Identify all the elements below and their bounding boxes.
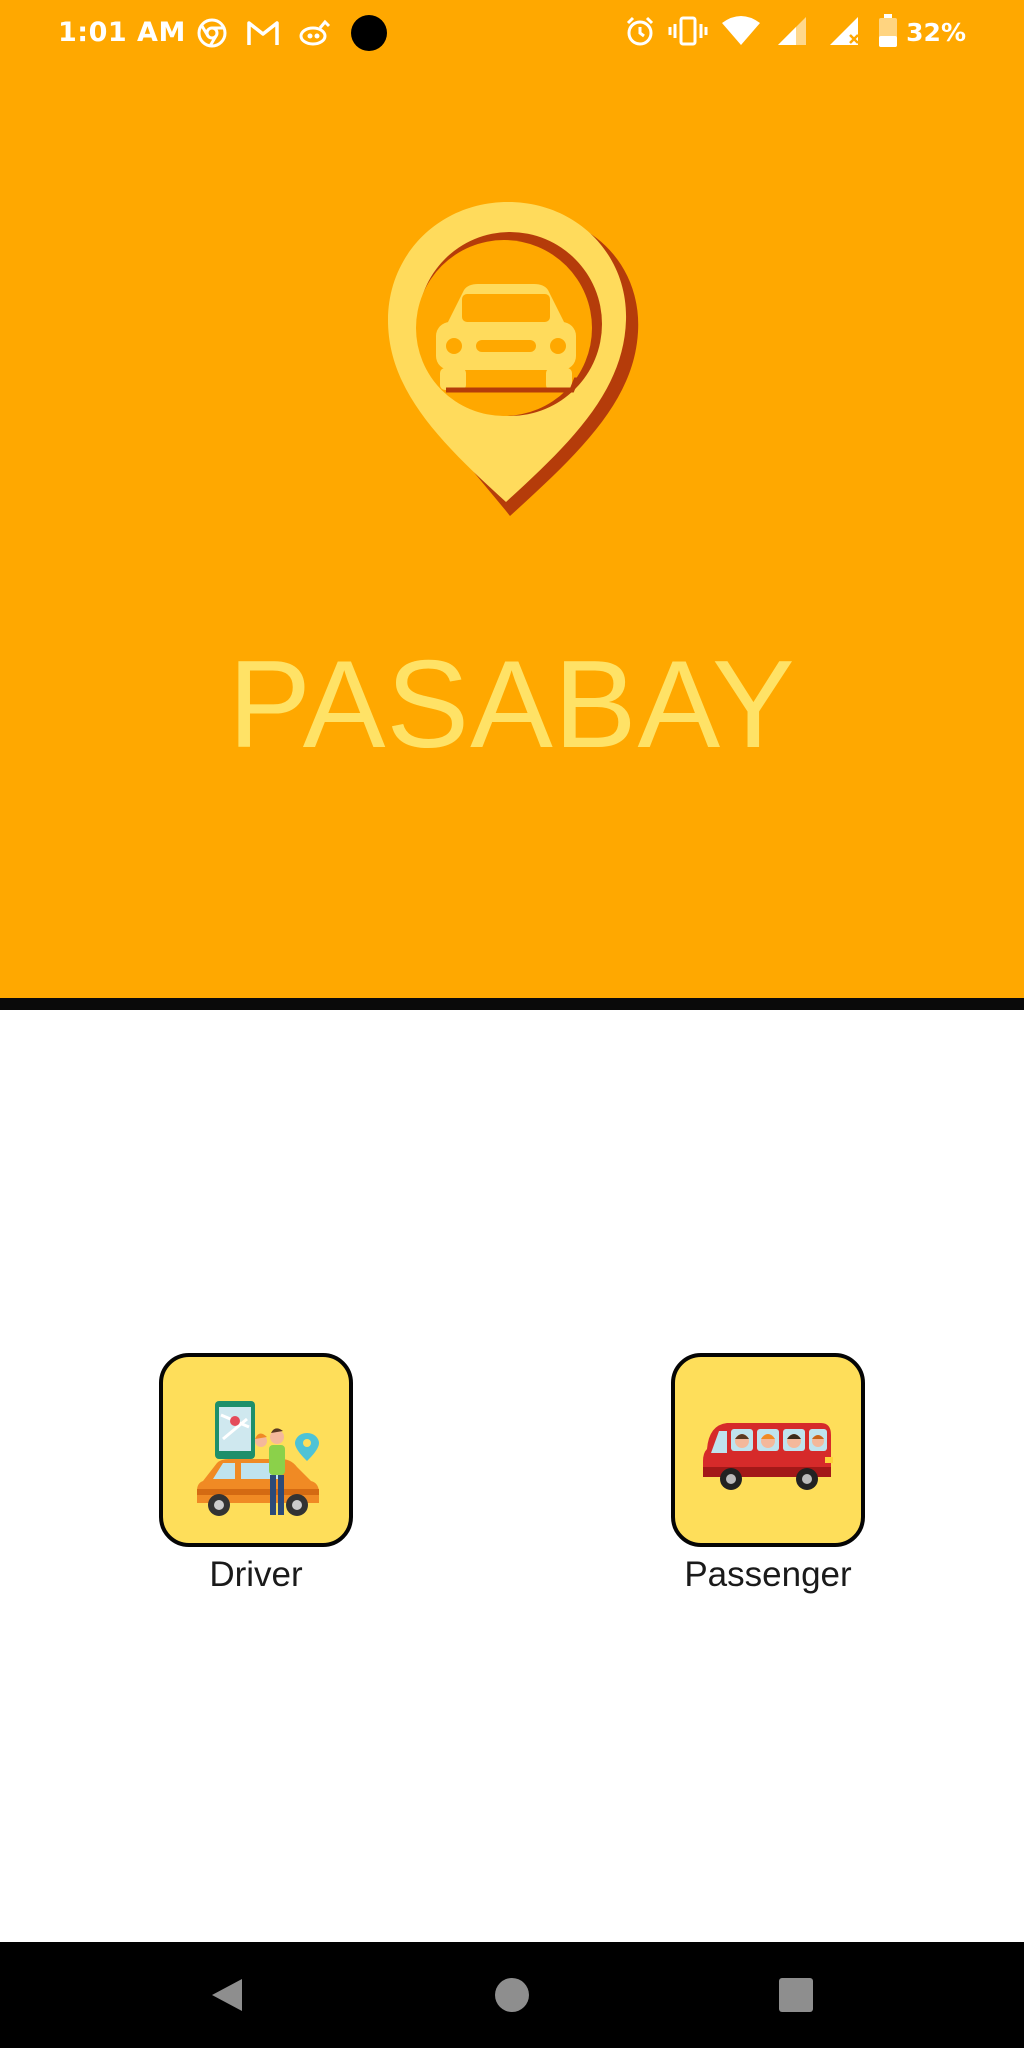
passenger-button[interactable] [671, 1353, 865, 1547]
vibrate-icon [668, 16, 708, 46]
driver-button[interactable] [159, 1353, 353, 1547]
nav-back-button[interactable] [156, 1942, 296, 2048]
passenger-van-icon [703, 1423, 833, 1490]
status-bar: 1:01 AM 32% [0, 0, 1024, 66]
driver-option[interactable]: Driver [156, 1353, 356, 1597]
header-divider [0, 998, 1024, 1010]
battery-icon [879, 14, 897, 47]
status-time: 1:01 AM [58, 17, 186, 48]
passenger-label[interactable]: Passenger [668, 1553, 868, 1597]
nav-home-button[interactable] [442, 1942, 582, 2048]
map-pin-car-icon [388, 202, 639, 516]
chrome-icon [197, 18, 227, 48]
status-left-icons [196, 14, 388, 52]
passenger-option[interactable]: Passenger [668, 1353, 868, 1597]
battery-percent: 32% [906, 18, 966, 47]
back-triangle-icon [212, 1979, 242, 2011]
driver-car-icon [197, 1401, 319, 1516]
system-nav-bar [0, 1942, 1024, 2048]
gmail-icon [247, 21, 279, 45]
signal-no-service-icon [830, 17, 859, 45]
app-title: PASABAY [228, 636, 796, 774]
status-right-icons [624, 14, 898, 48]
wifi-icon [722, 16, 760, 45]
app-notification-icon [299, 19, 331, 46]
signal-icon [778, 17, 806, 45]
dot-icon [351, 15, 387, 51]
recent-square-icon [779, 1978, 813, 2012]
screen: 1:01 AM 32% PASABAY Driver Passenger [0, 0, 1024, 2048]
home-circle-icon [495, 1978, 529, 2012]
alarm-icon [626, 16, 654, 46]
driver-label[interactable]: Driver [156, 1553, 356, 1597]
nav-recent-button[interactable] [726, 1942, 866, 2048]
